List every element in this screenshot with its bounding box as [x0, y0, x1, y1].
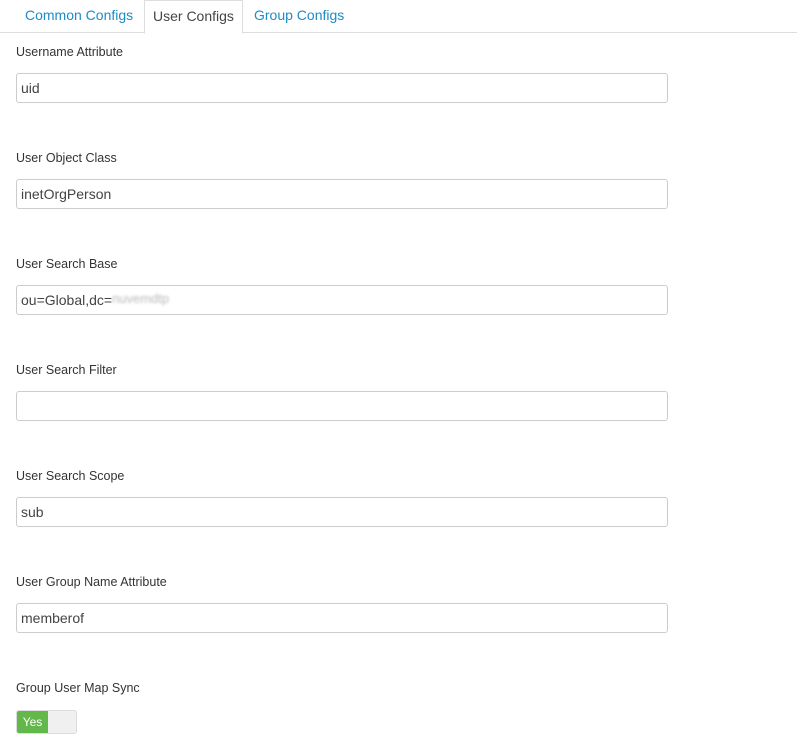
username-attribute-input[interactable] — [16, 73, 668, 103]
user-object-class-label: User Object Class — [16, 151, 117, 165]
config-tabs: Common Configs User Configs Group Config… — [0, 0, 797, 34]
user-search-filter-input[interactable] — [16, 391, 668, 421]
user-search-base-label: User Search Base — [16, 257, 118, 271]
user-search-scope-input[interactable] — [16, 497, 668, 527]
tab-common-configs[interactable]: Common Configs — [15, 0, 143, 33]
user-search-scope-label: User Search Scope — [16, 469, 125, 483]
user-search-base-input[interactable] — [16, 285, 668, 315]
group-user-map-sync-toggle[interactable]: Yes — [16, 710, 77, 734]
user-group-name-attribute-label: User Group Name Attribute — [16, 575, 167, 589]
tab-user-configs[interactable]: User Configs — [144, 0, 243, 34]
user-object-class-input[interactable] — [16, 179, 668, 209]
toggle-handle[interactable] — [48, 711, 76, 733]
toggle-yes-label: Yes — [17, 711, 48, 733]
group-user-map-sync-label: Group User Map Sync — [16, 681, 140, 695]
user-group-name-attribute-input[interactable] — [16, 603, 668, 633]
username-attribute-label: Username Attribute — [16, 45, 123, 59]
user-search-filter-label: User Search Filter — [16, 363, 117, 377]
tab-group-configs[interactable]: Group Configs — [244, 0, 354, 33]
